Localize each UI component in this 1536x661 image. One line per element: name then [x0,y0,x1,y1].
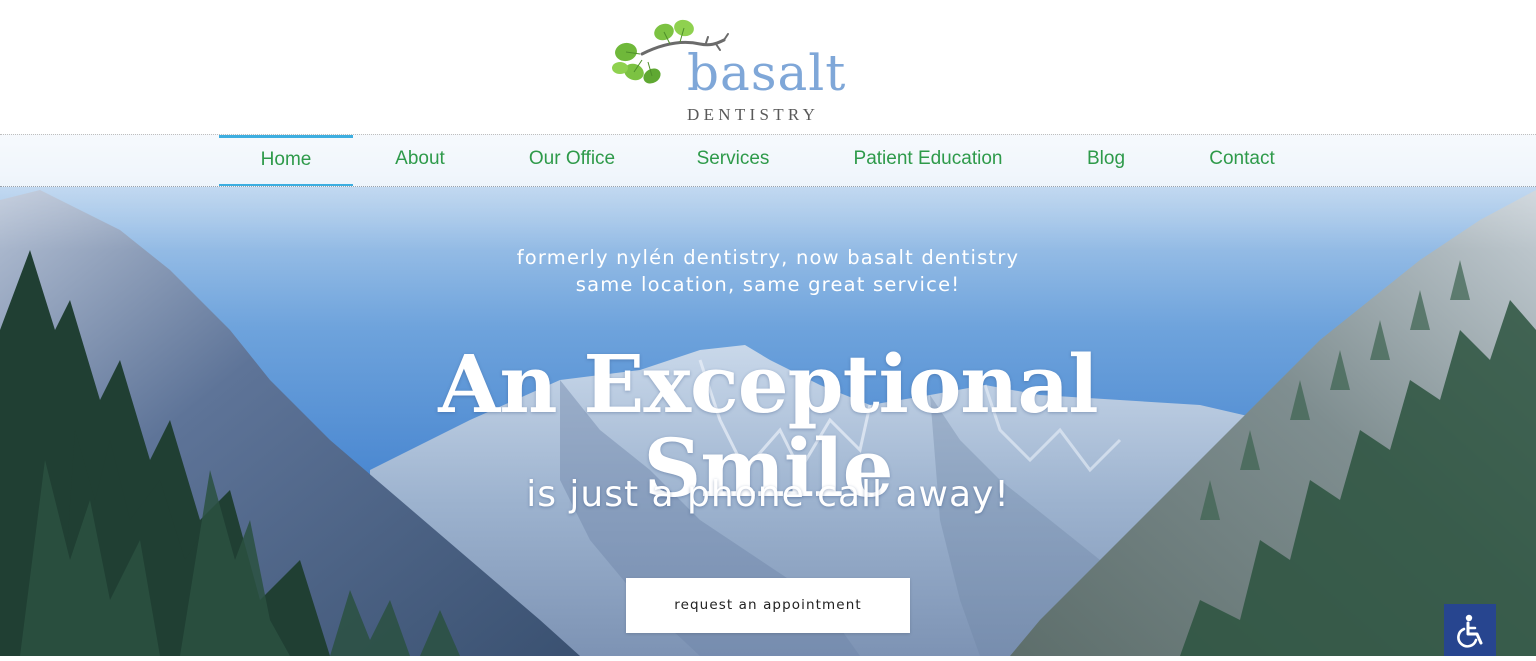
main-navigation: Home About Our Office Services Patient E… [0,134,1536,187]
nav-item-about[interactable]: About [372,135,468,186]
hero-subline: is just a phone call away! [526,474,1010,515]
nav-item-home[interactable]: Home [219,135,353,186]
nav-item-patient-education[interactable]: Patient Education [838,135,1018,186]
logo-subtitle: DENTISTRY [687,105,820,124]
accessibility-button[interactable] [1444,604,1496,656]
nav-item-our-office[interactable]: Our Office [510,135,634,186]
hero-tagline-line1: formerly nylén dentistry, now basalt den… [516,246,1020,269]
site-header: basalt DENTISTRY [0,0,1536,134]
wheelchair-icon [1457,614,1483,648]
logo-wordmark: basalt [687,44,847,102]
nav-item-services[interactable]: Services [682,135,784,186]
nav-item-blog[interactable]: Blog [1070,135,1142,186]
request-appointment-button[interactable]: request an appointment [626,578,910,633]
nav-item-contact[interactable]: Contact [1196,135,1288,186]
hero-tagline-line2: same location, same great service! [575,273,961,296]
